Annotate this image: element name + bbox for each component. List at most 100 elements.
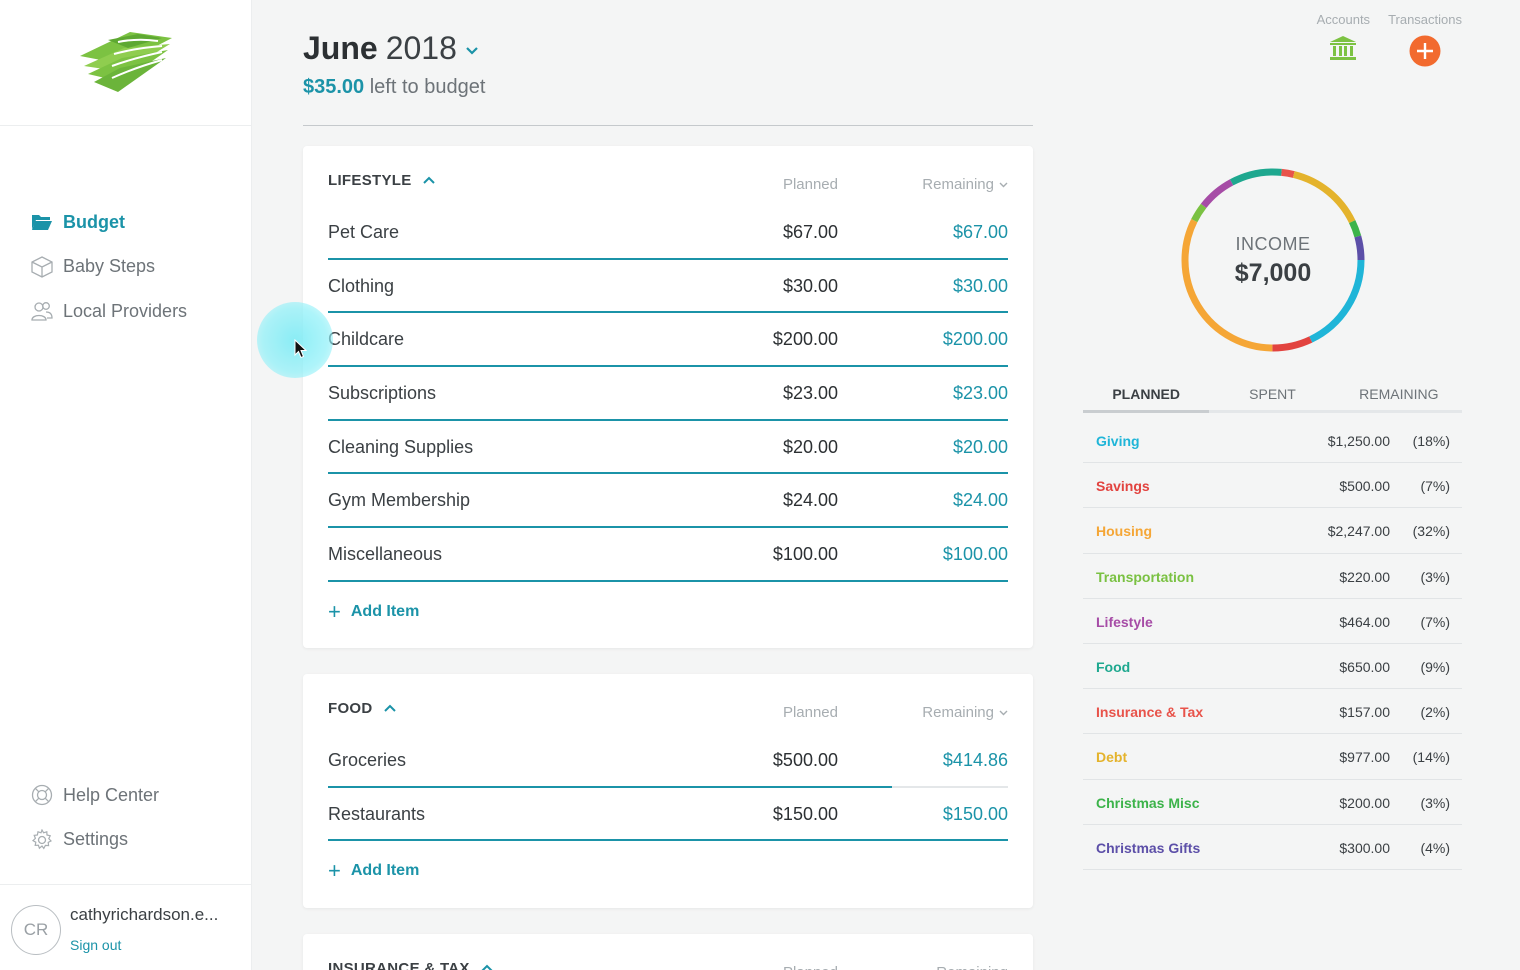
summary-row[interactable]: Giving $1,250.00 (18%): [1083, 418, 1462, 464]
item-name[interactable]: Clothing: [328, 276, 394, 297]
chevron-down-icon: [466, 46, 478, 55]
year: 2018: [385, 30, 457, 66]
summary-row[interactable]: Lifestyle $464.00 (7%): [1083, 599, 1462, 644]
summary-row[interactable]: Christmas Misc $200.00 (3%): [1083, 780, 1462, 825]
budget-item-row[interactable]: Gym Membership $24.00 $24.00: [328, 474, 1008, 529]
summary-row[interactable]: Insurance & Tax $157.00 (2%): [1083, 689, 1462, 735]
category-amount: $220.00: [1339, 568, 1390, 585]
item-planned[interactable]: $24.00: [783, 490, 838, 511]
nav-item-settings[interactable]: Settings: [0, 818, 252, 863]
budget-item-row[interactable]: Cleaning Supplies $20.00 $20.00: [328, 421, 1008, 475]
budget-item-row[interactable]: Subscriptions $23.00 $23.00: [328, 367, 1008, 421]
budget-item-row[interactable]: Miscellaneous $100.00 $100.00: [328, 528, 1008, 582]
gear-icon: [31, 828, 53, 851]
item-planned[interactable]: $100.00: [773, 544, 838, 565]
group-header: FOOD Planned Remaining: [303, 674, 1033, 734]
nav-item-baby-steps[interactable]: Baby Steps: [0, 245, 252, 290]
item-name[interactable]: Restaurants: [328, 804, 425, 825]
column-remaining: Remaining: [922, 704, 994, 721]
sign-out-link[interactable]: Sign out: [70, 937, 121, 953]
budget-item-row[interactable]: Pet Care $67.00 $67.00: [328, 206, 1008, 260]
tab-remaining[interactable]: REMAINING: [1336, 378, 1462, 410]
item-name[interactable]: Gym Membership: [328, 490, 470, 511]
nav-item-local-providers[interactable]: Local Providers: [0, 289, 252, 334]
plus-icon: +: [328, 598, 341, 624]
budget-item-row[interactable]: Childcare $200.00 $200.00: [328, 313, 1008, 368]
summary-row[interactable]: Christmas Gifts $300.00 (4%): [1083, 825, 1462, 870]
income-label: INCOME: [1235, 234, 1311, 254]
column-remaining-toggle[interactable]: Remaining: [922, 176, 1008, 193]
budget-item-row[interactable]: Restaurants $150.00 $150.00: [328, 788, 1008, 842]
item-planned[interactable]: $23.00: [783, 383, 838, 404]
chevron-up-icon: [383, 704, 396, 712]
item-name[interactable]: Subscriptions: [328, 383, 436, 404]
item-remaining: $23.00: [952, 383, 1008, 404]
category-name: Insurance & Tax: [1096, 704, 1204, 721]
category-percent: (2%): [1420, 704, 1450, 721]
item-name[interactable]: Childcare: [328, 329, 404, 350]
item-name[interactable]: Cleaning Supplies: [328, 437, 473, 458]
item-planned[interactable]: $30.00: [783, 276, 838, 297]
item-name[interactable]: Pet Care: [328, 222, 399, 243]
item-remaining: $414.86: [942, 750, 1008, 770]
summary-row[interactable]: Food $650.00 (9%): [1083, 644, 1462, 690]
tab-spent[interactable]: SPENT: [1209, 378, 1335, 410]
money-stack-logo[interactable]: [78, 28, 174, 94]
item-planned[interactable]: $500.00: [773, 750, 838, 771]
item-planned[interactable]: $200.00: [773, 329, 838, 350]
category-percent: (3%): [1420, 794, 1450, 811]
lifebuoy-icon: [31, 784, 53, 806]
avatar[interactable]: CR: [11, 905, 61, 955]
category-amount: $157.00: [1339, 704, 1390, 721]
summary-row[interactable]: Transportation $220.00 (3%): [1083, 554, 1462, 599]
budget-group-lifestyle: LIFESTYLE Planned Remaining Pet Care $67.…: [303, 146, 1033, 648]
category-name: Savings: [1096, 478, 1150, 495]
item-planned[interactable]: $150.00: [773, 804, 838, 825]
group-title-toggle[interactable]: INSURANCE & TAX: [328, 960, 494, 970]
budget-item-row[interactable]: Clothing $30.00 $30.00: [328, 260, 1008, 314]
donut-segment: [1292, 171, 1356, 224]
month-selector[interactable]: June 2018: [303, 30, 479, 67]
item-name[interactable]: Miscellaneous: [328, 544, 442, 565]
group-title-toggle[interactable]: LIFESTYLE: [328, 172, 436, 189]
folder-open-icon: [31, 211, 53, 233]
category-percent: (32%): [1412, 523, 1450, 540]
column-planned: Planned: [782, 704, 838, 721]
add-item-button[interactable]: + Add Item: [328, 582, 1033, 642]
chevron-up-icon: [481, 964, 493, 970]
transactions-button[interactable]: Transactions: [1388, 12, 1462, 67]
item-remaining: $24.00: [952, 490, 1008, 511]
tab-planned[interactable]: PLANNED: [1083, 378, 1210, 413]
summary-row[interactable]: Housing $2,247.00 (32%): [1083, 508, 1462, 554]
item-remaining: $150.00: [942, 803, 1008, 824]
category-name: Debt: [1096, 749, 1128, 766]
summary-row[interactable]: Savings $500.00 (7%): [1083, 463, 1462, 509]
chevron-up-icon: [422, 176, 435, 184]
add-item-label: Add Item: [350, 602, 420, 620]
user-email: cathyrichardson.e...: [70, 905, 219, 924]
top-actions: Accounts Transactions: [1299, 12, 1462, 67]
group-title-toggle[interactable]: FOOD: [328, 700, 397, 717]
chevron-down-icon: [999, 182, 1008, 187]
budget-item-row[interactable]: Groceries $500.00 $414.86: [328, 734, 1008, 788]
category-summary-list: Giving $1,250.00 (18%) Savings $500.00 (7%) Ho…: [1083, 418, 1462, 870]
bank-icon: [1330, 36, 1357, 60]
column-remaining-toggle[interactable]: Remaining: [922, 704, 1008, 721]
summary-row[interactable]: Debt $977.00 (14%): [1083, 734, 1462, 780]
item-name[interactable]: Groceries: [328, 750, 406, 771]
category-name: Food: [1096, 658, 1131, 675]
column-remaining[interactable]: Remaining: [936, 964, 1008, 970]
accounts-button[interactable]: Accounts: [1317, 12, 1370, 67]
sidebar: Budget Baby Steps Local Providers Help C…: [0, 0, 252, 970]
category-amount: $464.00: [1339, 613, 1390, 630]
nav-item-budget[interactable]: Budget: [0, 200, 252, 245]
item-planned[interactable]: $20.00: [783, 437, 838, 458]
nav-item-help-center[interactable]: Help Center: [0, 773, 252, 818]
category-amount: $977.00: [1339, 749, 1390, 766]
donut-segment: [1200, 179, 1234, 209]
category-percent: (14%): [1412, 749, 1450, 766]
nav-label: Baby Steps: [63, 256, 156, 277]
category-amount: $650.00: [1339, 658, 1390, 675]
item-planned[interactable]: $67.00: [783, 222, 838, 243]
add-item-button[interactable]: + Add Item: [328, 841, 1033, 901]
